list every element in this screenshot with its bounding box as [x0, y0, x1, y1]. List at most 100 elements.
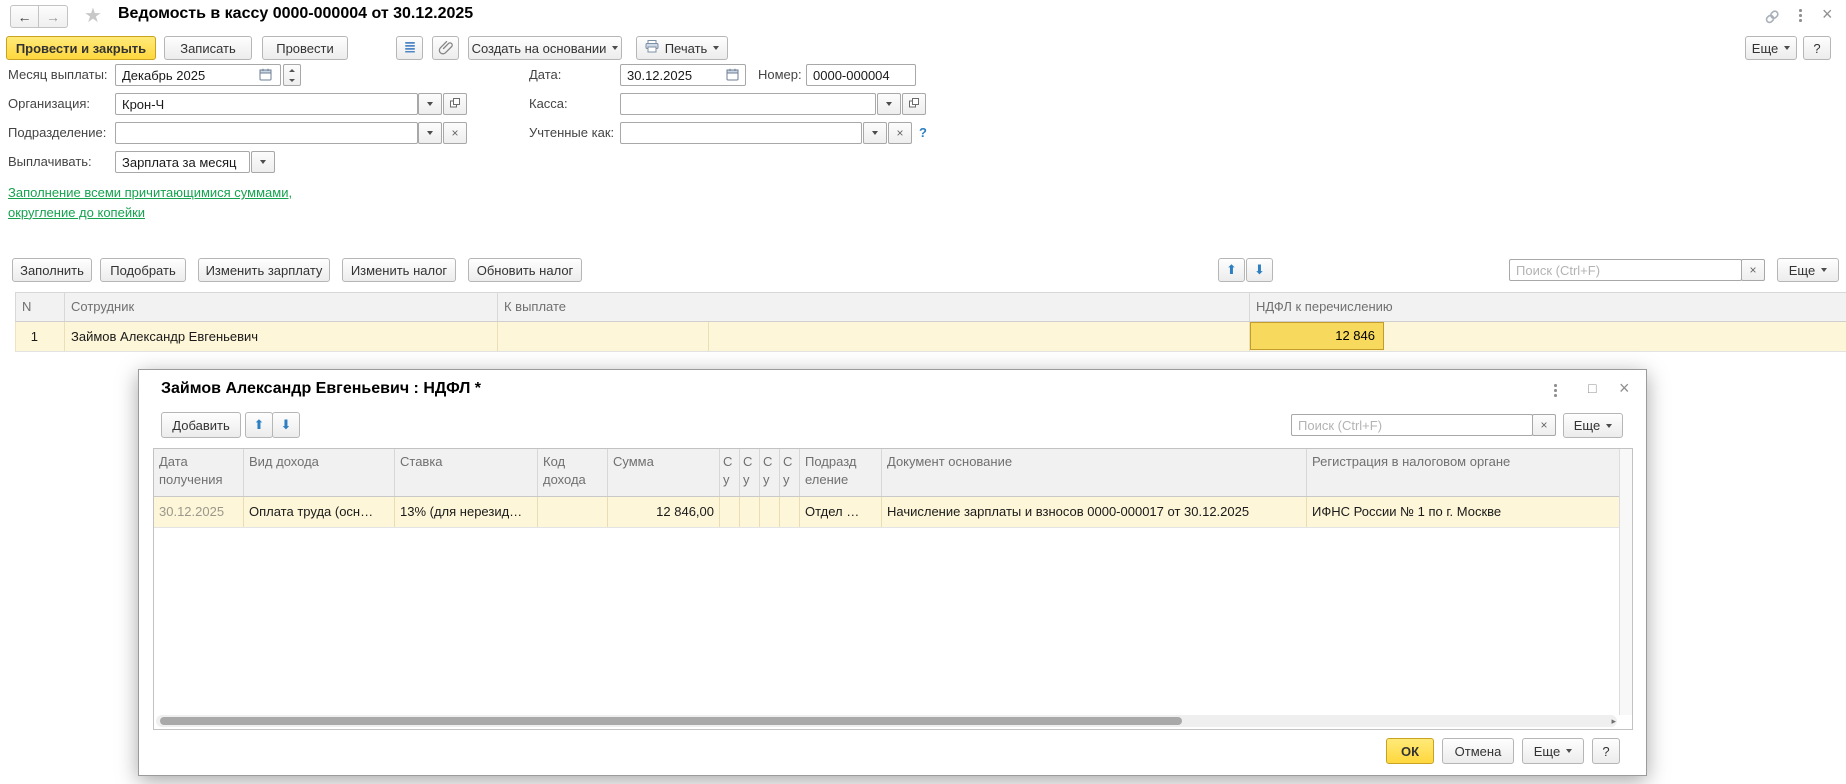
- fill-all-amounts-link[interactable]: Заполнение всеми причитающимися суммами,…: [8, 183, 356, 222]
- cell-deduction-3[interactable]: [760, 497, 780, 527]
- cashbox-dropdown-button[interactable]: [877, 93, 901, 115]
- print-button[interactable]: Печать: [636, 36, 728, 60]
- ndfl-table: Дата получения Вид дохода Ставка Код дох…: [153, 448, 1633, 730]
- cell-deduction-4[interactable]: [780, 497, 800, 527]
- ndfl-selected-cell[interactable]: 12 846: [1250, 322, 1384, 350]
- ok-button[interactable]: ОК: [1386, 738, 1434, 764]
- clear-icon: ×: [896, 126, 904, 140]
- add-row-button[interactable]: Добавить: [161, 412, 241, 438]
- cell-deduction-2[interactable]: [740, 497, 760, 527]
- dialog-search-input[interactable]: [1291, 414, 1533, 436]
- organization-open-button[interactable]: [443, 93, 467, 115]
- employee-table-row[interactable]: 1 Займов Александр Евгеньевич 12 846: [15, 322, 1846, 352]
- accounted-as-input[interactable]: [620, 122, 862, 144]
- scroll-right-icon[interactable]: ▸: [1611, 715, 1616, 727]
- dropdown-arrow-icon: [872, 131, 878, 135]
- cell-to-pay[interactable]: [498, 322, 1250, 351]
- department-input[interactable]: [115, 122, 418, 144]
- accounted-as-dropdown-button[interactable]: [863, 122, 887, 144]
- post-and-close-button[interactable]: Провести и закрыть: [6, 36, 156, 60]
- fill-button[interactable]: Заполнить: [12, 258, 92, 282]
- dialog-move-up-button[interactable]: ⬆: [245, 412, 273, 438]
- department-dropdown-button[interactable]: [418, 122, 442, 144]
- dialog-help-button[interactable]: ?: [1592, 738, 1620, 764]
- pay-what-dropdown-button[interactable]: [251, 151, 275, 173]
- update-tax-button[interactable]: Обновить налог: [468, 258, 582, 282]
- dialog-list-more-button[interactable]: Еще: [1563, 413, 1623, 438]
- cancel-button[interactable]: Отмена: [1442, 738, 1514, 764]
- cell-department[interactable]: Отдел …: [800, 497, 882, 527]
- toolbar-more-button[interactable]: Еще: [1745, 36, 1797, 60]
- header-deduction-3: С у: [760, 449, 780, 496]
- more-label: Еще: [1788, 262, 1816, 278]
- create-on-base-button[interactable]: Создать на основании: [468, 36, 622, 60]
- calendar-icon[interactable]: [726, 68, 739, 84]
- table-search-clear-button[interactable]: ×: [1741, 259, 1765, 281]
- create-on-base-label: Создать на основании: [471, 40, 607, 56]
- cell-income-kind[interactable]: Оплата труда (осн…: [244, 497, 395, 527]
- ndfl-table-header: Дата получения Вид дохода Ставка Код дох…: [154, 449, 1632, 497]
- horizontal-scrollbar[interactable]: ▸: [156, 715, 1617, 727]
- cell-deduction-1[interactable]: [720, 497, 740, 527]
- move-up-button[interactable]: ⬆: [1218, 258, 1245, 282]
- number-label: Номер:: [758, 67, 802, 82]
- department-clear-button[interactable]: ×: [443, 122, 467, 144]
- printer-icon: [645, 40, 659, 56]
- write-button[interactable]: Записать: [164, 36, 252, 60]
- ndfl-table-row[interactable]: 30.12.2025 Оплата труда (осн… 13% (для н…: [154, 497, 1632, 528]
- back-button[interactable]: ←: [10, 5, 39, 28]
- cell-tax-registration[interactable]: ИФНС России № 1 по г. Москве: [1307, 497, 1620, 527]
- window-menu-kebab-icon[interactable]: [1799, 9, 1802, 22]
- cell-ndfl[interactable]: 12 846: [1250, 322, 1846, 351]
- cell-receive-date[interactable]: 30.12.2025: [154, 497, 244, 527]
- dialog-move-down-button[interactable]: ⬇: [272, 412, 300, 438]
- dialog-more-button[interactable]: Еще: [1522, 738, 1584, 764]
- forward-button[interactable]: →: [39, 5, 68, 28]
- change-tax-button[interactable]: Изменить налог: [342, 258, 456, 282]
- dialog-maximize-icon[interactable]: □: [1588, 380, 1596, 396]
- header-deduction-1: С у: [720, 449, 740, 496]
- cell-num[interactable]: 1: [16, 322, 65, 351]
- dialog-search-clear-button[interactable]: ×: [1532, 414, 1556, 436]
- header-employee: Сотрудник: [65, 293, 498, 321]
- open-form-icon: [909, 97, 919, 111]
- dialog-menu-kebab-icon[interactable]: [1554, 384, 1557, 397]
- table-search-input[interactable]: [1509, 259, 1742, 281]
- clear-icon: ×: [1540, 418, 1548, 432]
- month-input[interactable]: [115, 64, 281, 86]
- nav-history-group: ← →: [10, 5, 68, 28]
- cell-employee[interactable]: Займов Александр Евгеньевич: [65, 322, 498, 351]
- favorite-star-icon[interactable]: ★: [84, 3, 102, 28]
- dropdown-arrow-icon: [260, 160, 266, 164]
- dropdown-arrow-icon: [427, 102, 433, 106]
- cell-income-code[interactable]: [538, 497, 608, 527]
- cell-amount[interactable]: 12 846,00: [608, 497, 720, 527]
- document-movements-button[interactable]: [396, 36, 423, 60]
- get-link-icon[interactable]: [1763, 9, 1781, 28]
- number-input[interactable]: [806, 64, 916, 86]
- dialog-close-icon[interactable]: ×: [1619, 378, 1630, 399]
- accounted-as-clear-button[interactable]: ×: [888, 122, 912, 144]
- cashbox-input[interactable]: [620, 93, 876, 115]
- pick-button[interactable]: Подобрать: [100, 258, 186, 282]
- header-deduction-4: С у: [780, 449, 800, 496]
- accounted-as-help-link[interactable]: ?: [919, 122, 927, 144]
- cashbox-open-button[interactable]: [902, 93, 926, 115]
- scrollbar-thumb[interactable]: [160, 717, 1182, 725]
- change-salary-button[interactable]: Изменить зарплату: [198, 258, 330, 282]
- vertical-scrollbar[interactable]: [1619, 449, 1632, 715]
- organization-dropdown-button[interactable]: [418, 93, 442, 115]
- help-button[interactable]: ?: [1803, 36, 1831, 60]
- attachments-button[interactable]: [432, 36, 459, 60]
- window-close-icon[interactable]: ×: [1822, 4, 1833, 25]
- calendar-icon[interactable]: [259, 68, 272, 84]
- header-receive-date: Дата получения: [154, 449, 244, 496]
- month-stepper[interactable]: [283, 64, 301, 86]
- pay-what-input[interactable]: [115, 151, 250, 173]
- organization-input[interactable]: [115, 93, 418, 115]
- table-more-button[interactable]: Еще: [1777, 258, 1839, 282]
- move-down-button[interactable]: ⬇: [1246, 258, 1273, 282]
- cell-rate[interactable]: 13% (для нерезид…: [395, 497, 538, 527]
- post-button[interactable]: Провести: [262, 36, 348, 60]
- cell-base-document[interactable]: Начисление зарплаты и взносов 0000-00001…: [882, 497, 1307, 527]
